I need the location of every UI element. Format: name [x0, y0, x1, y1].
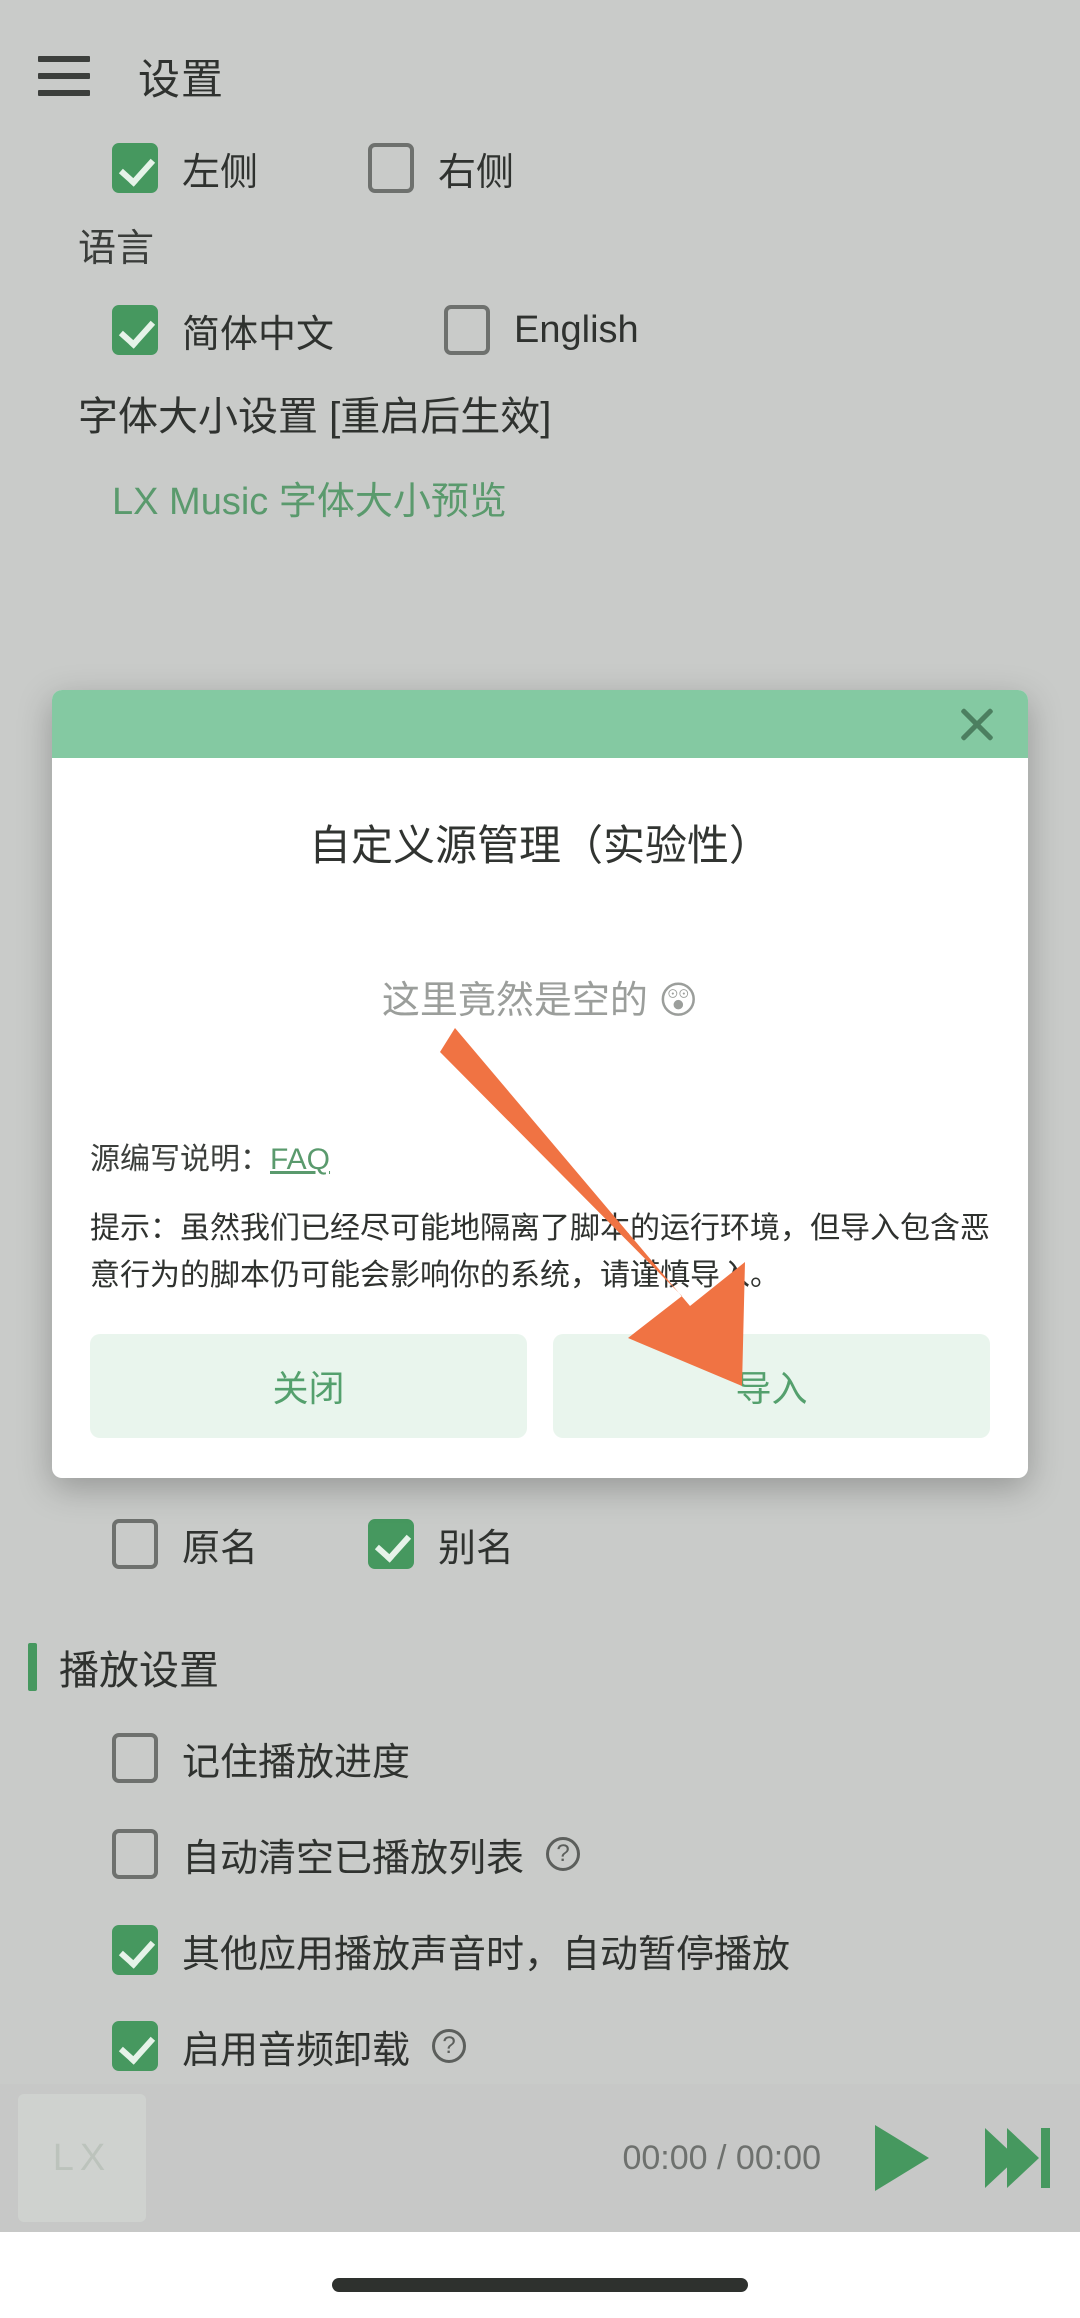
hamburger-menu-icon[interactable]: [38, 56, 90, 96]
checkbox-audio-offload[interactable]: [112, 2021, 158, 2071]
playback-time: 00:00 / 00:00: [622, 2138, 821, 2177]
checkbox-chinese[interactable]: [112, 305, 158, 355]
font-size-preview-text: LX Music 字体大小预览: [112, 481, 507, 523]
language-section-label: 语言: [78, 228, 155, 270]
hamburger-line: [38, 56, 90, 62]
gesture-nav-bar[interactable]: [332, 2278, 748, 2292]
checkbox-label-remember-progress: 记住播放进度: [182, 1741, 411, 1784]
checkbox-label-alias-name: 别名: [438, 1527, 515, 1570]
font-size-section-label: 字体大小设置 [重启后生效]: [78, 395, 552, 439]
checkbox-item-auto-clear[interactable]: 自动清空已播放列表 ?: [112, 1827, 581, 1882]
help-icon[interactable]: ?: [546, 1837, 581, 1871]
help-icon[interactable]: ?: [432, 2029, 467, 2063]
checkbox-original-name[interactable]: [112, 1519, 158, 1569]
section-accent-bar: [28, 1643, 37, 1691]
dialog-warning-text: 提示：虽然我们已经尽可能地隔离了脚本的运行环境，但导入包含恶意行为的脚本仍可能会…: [90, 1212, 990, 1292]
playback-row-remember-progress: 记住播放进度: [0, 1710, 1080, 1806]
hamburger-line: [38, 73, 90, 79]
checkbox-label-auto-clear: 自动清空已播放列表: [182, 1837, 525, 1880]
dialog-empty-state: 这里竟然是空的 😲: [52, 873, 1028, 1024]
checkbox-item-right[interactable]: 右侧: [368, 141, 514, 196]
faq-prefix-label: 源编写说明：: [90, 1143, 270, 1176]
checkbox-label-audio-offload: 启用音频卸载: [182, 2029, 411, 2072]
lyric-position-row: 左侧 右侧: [0, 124, 1080, 212]
language-row: 简体中文 English: [0, 286, 1080, 374]
checkbox-item-audio-offload[interactable]: 启用音频卸载 ?: [112, 2019, 467, 2074]
playback-row-auto-clear: 自动清空已播放列表 ?: [0, 1806, 1080, 1902]
checkbox-item-auto-pause[interactable]: 其他应用播放声音时，自动暂停播放: [112, 1923, 790, 1978]
checkbox-item-alias-name[interactable]: 别名: [368, 1517, 514, 1572]
checkbox-item-remember-progress[interactable]: 记住播放进度: [112, 1731, 410, 1786]
checkbox-item-left[interactable]: 左侧: [112, 141, 258, 196]
checkbox-label-english: English: [514, 308, 639, 351]
checkbox-alias-name[interactable]: [368, 1519, 415, 1569]
dialog-header: [52, 690, 1028, 758]
album-art-placeholder[interactable]: LX: [18, 2094, 146, 2222]
dialog-body: 源编写说明：FAQ 提示：虽然我们已经尽可能地隔离了脚本的运行环境，但导入包含恶…: [52, 1134, 1028, 1300]
dialog-empty-text: 这里竟然是空的: [381, 980, 648, 1022]
next-bar: [1041, 2128, 1050, 2188]
close-button[interactable]: 关闭: [90, 1333, 527, 1438]
surprised-face-emoji: 😲: [658, 980, 699, 1022]
checkbox-english[interactable]: [444, 305, 491, 355]
close-icon[interactable]: [954, 701, 1000, 747]
faq-line: 源编写说明：FAQ: [90, 1134, 990, 1178]
app-bar: 设置: [0, 28, 1080, 124]
checkbox-auto-pause[interactable]: [112, 1925, 158, 1975]
playback-settings-title: 播放设置: [59, 1649, 219, 1693]
checkbox-item-english[interactable]: English: [444, 305, 639, 355]
checkbox-label-left: 左侧: [182, 151, 259, 194]
dialog-title: 自定义源管理（实验性）: [308, 822, 771, 869]
name-display-row: 原名 别名: [0, 1500, 1080, 1588]
playback-row-auto-pause: 其他应用播放声音时，自动暂停播放: [0, 1902, 1080, 1998]
checkbox-label-original-name: 原名: [182, 1527, 259, 1570]
checkbox-item-chinese[interactable]: 简体中文: [112, 303, 334, 358]
checkbox-label-auto-pause: 其他应用播放声音时，自动暂停播放: [182, 1933, 791, 1976]
checkbox-label-right: 右侧: [438, 151, 515, 194]
checkbox-right[interactable]: [368, 143, 415, 193]
checkbox-item-original-name[interactable]: 原名: [112, 1517, 258, 1572]
dialog-actions: 关闭 导入: [52, 1300, 1028, 1478]
next-tri-2: [1007, 2128, 1039, 2188]
playback-settings-heading: 播放设置: [0, 1624, 1080, 1710]
settings-screen: 设置 左侧 右侧 语言 简体中文 English 字体大小设置 [重启后生效] …: [0, 0, 1080, 2318]
settings-content-lower: 原名 别名 播放设置 记住播放进度 自动清空已播放列表 ? 其他应用播放声音时，…: [0, 1500, 1080, 2094]
checkbox-remember-progress[interactable]: [112, 1733, 158, 1783]
next-track-icon[interactable]: [985, 2128, 1050, 2188]
checkbox-auto-clear[interactable]: [112, 1829, 158, 1879]
playback-row-audio-offload: 启用音频卸载 ?: [0, 1998, 1080, 2094]
faq-link[interactable]: FAQ: [270, 1143, 330, 1176]
hamburger-line: [38, 90, 90, 96]
checkbox-left[interactable]: [112, 143, 158, 193]
player-bar: LX 00:00 / 00:00: [0, 2084, 1080, 2232]
system-nav-strip: [0, 2232, 1080, 2318]
settings-content: 左侧 右侧 语言 简体中文 English 字体大小设置 [重启后生效] LX …: [0, 124, 1080, 544]
play-icon[interactable]: [875, 2125, 929, 2191]
checkbox-label-chinese: 简体中文: [182, 313, 335, 356]
page-title: 设置: [138, 55, 225, 103]
import-button[interactable]: 导入: [553, 1333, 990, 1438]
custom-source-dialog: 自定义源管理（实验性） 这里竟然是空的 😲 源编写说明：FAQ 提示：虽然我们已…: [52, 690, 1028, 1478]
